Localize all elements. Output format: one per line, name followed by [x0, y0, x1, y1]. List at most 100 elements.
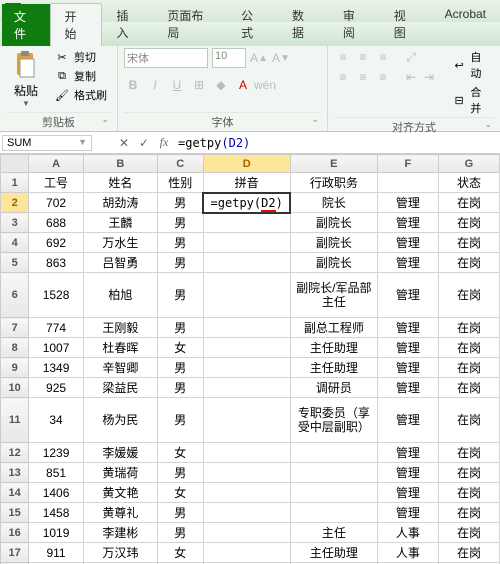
wrap-text-button[interactable]: ↩自动: [448, 48, 494, 82]
cell-E15[interactable]: [290, 503, 377, 523]
row-header-15[interactable]: 15: [1, 503, 29, 523]
cell-B2[interactable]: 胡劲涛: [83, 193, 157, 213]
align-bottom-button[interactable]: ≡: [374, 48, 392, 66]
cell-F10[interactable]: 管理: [377, 378, 438, 398]
phonetic-button[interactable]: wén: [256, 76, 274, 94]
row-header-9[interactable]: 9: [1, 358, 29, 378]
cell-E4[interactable]: 副院长: [290, 233, 377, 253]
cell-A1[interactable]: 工号: [29, 173, 83, 193]
align-middle-button[interactable]: ≡: [354, 48, 372, 66]
cell-B7[interactable]: 王刚毅: [83, 318, 157, 338]
cell-F7[interactable]: 管理: [377, 318, 438, 338]
cell-D12[interactable]: [203, 443, 290, 463]
increase-font-button[interactable]: A▲: [250, 49, 268, 67]
cell-D9[interactable]: [203, 358, 290, 378]
cell-B10[interactable]: 梁益民: [83, 378, 157, 398]
tab-审阅[interactable]: 审阅: [329, 3, 380, 46]
font-size-select[interactable]: 10: [212, 48, 246, 68]
cell-D7[interactable]: [203, 318, 290, 338]
bold-button[interactable]: B: [124, 76, 142, 94]
cell-C14[interactable]: 女: [157, 483, 203, 503]
cell-F5[interactable]: 管理: [377, 253, 438, 273]
cell-A12[interactable]: 1239: [29, 443, 83, 463]
column-header-E[interactable]: E: [290, 155, 377, 173]
cell-G5[interactable]: 在岗: [438, 253, 499, 273]
cell-C5[interactable]: 男: [157, 253, 203, 273]
cell-F11[interactable]: 管理: [377, 398, 438, 443]
cell-A4[interactable]: 692: [29, 233, 83, 253]
cell-F14[interactable]: 管理: [377, 483, 438, 503]
row-header-6[interactable]: 6: [1, 273, 29, 318]
row-header-10[interactable]: 10: [1, 378, 29, 398]
cell-G16[interactable]: 在岗: [438, 523, 499, 543]
cell-E2[interactable]: 院长: [290, 193, 377, 213]
cell-D15[interactable]: [203, 503, 290, 523]
cell-G15[interactable]: 在岗: [438, 503, 499, 523]
cell-G13[interactable]: 在岗: [438, 463, 499, 483]
insert-function-button[interactable]: fx: [154, 134, 174, 152]
cell-G9[interactable]: 在岗: [438, 358, 499, 378]
cell-E12[interactable]: [290, 443, 377, 463]
cell-B5[interactable]: 吕智勇: [83, 253, 157, 273]
spreadsheet-grid[interactable]: ABCDEFG1工号姓名性别拼音行政职务状态2702胡劲涛男=getpy(D2)…: [0, 154, 500, 564]
cell-D11[interactable]: [203, 398, 290, 443]
cell-D4[interactable]: [203, 233, 290, 253]
row-header-1[interactable]: 1: [1, 173, 29, 193]
align-top-button[interactable]: ≡: [334, 48, 352, 66]
column-header-B[interactable]: B: [83, 155, 157, 173]
cell-E10[interactable]: 调研员: [290, 378, 377, 398]
column-header-D[interactable]: D: [203, 155, 290, 173]
cell-A2[interactable]: 702: [29, 193, 83, 213]
row-header-17[interactable]: 17: [1, 543, 29, 563]
font-color-button[interactable]: A: [234, 76, 252, 94]
tab-视图[interactable]: 视图: [380, 3, 431, 46]
cell-D1[interactable]: 拼音: [203, 173, 290, 193]
align-center-button[interactable]: ≡: [354, 68, 372, 86]
cell-C6[interactable]: 男: [157, 273, 203, 318]
cell-B16[interactable]: 李建彬: [83, 523, 157, 543]
cell-G8[interactable]: 在岗: [438, 338, 499, 358]
cell-E11[interactable]: 专职委员（享受中层副职）: [290, 398, 377, 443]
tab-数据[interactable]: 数据: [278, 3, 329, 46]
cell-D10[interactable]: [203, 378, 290, 398]
cell-A15[interactable]: 1458: [29, 503, 83, 523]
cell-G3[interactable]: 在岗: [438, 213, 499, 233]
cell-D13[interactable]: [203, 463, 290, 483]
cell-F17[interactable]: 人事: [377, 543, 438, 563]
cell-C8[interactable]: 女: [157, 338, 203, 358]
cell-E6[interactable]: 副院长/军品部主任: [290, 273, 377, 318]
cell-G10[interactable]: 在岗: [438, 378, 499, 398]
cell-E3[interactable]: 副院长: [290, 213, 377, 233]
cell-E5[interactable]: 副院长: [290, 253, 377, 273]
cell-F1[interactable]: [377, 173, 438, 193]
row-header-4[interactable]: 4: [1, 233, 29, 253]
cell-F12[interactable]: 管理: [377, 443, 438, 463]
formula-input[interactable]: =getpy(D2): [174, 135, 498, 151]
cell-E9[interactable]: 主任助理: [290, 358, 377, 378]
row-header-11[interactable]: 11: [1, 398, 29, 443]
tab-页面布局[interactable]: 页面布局: [153, 3, 227, 46]
cell-G14[interactable]: 在岗: [438, 483, 499, 503]
column-header-G[interactable]: G: [438, 155, 499, 173]
cell-B9[interactable]: 辛智卿: [83, 358, 157, 378]
column-header-F[interactable]: F: [377, 155, 438, 173]
row-header-8[interactable]: 8: [1, 338, 29, 358]
cell-B17[interactable]: 万汉玮: [83, 543, 157, 563]
cell-C2[interactable]: 男: [157, 193, 203, 213]
cut-button[interactable]: ✂剪切: [50, 48, 111, 66]
row-header-2[interactable]: 2: [1, 193, 29, 213]
cell-A6[interactable]: 1528: [29, 273, 83, 318]
cell-E1[interactable]: 行政职务: [290, 173, 377, 193]
row-header-12[interactable]: 12: [1, 443, 29, 463]
cell-E17[interactable]: 主任助理: [290, 543, 377, 563]
column-header-A[interactable]: A: [29, 155, 83, 173]
cell-D5[interactable]: [203, 253, 290, 273]
cell-C12[interactable]: 女: [157, 443, 203, 463]
copy-button[interactable]: ⧉复制: [50, 67, 111, 85]
format-painter-button[interactable]: 🖌格式刷: [50, 86, 111, 104]
cell-D17[interactable]: [203, 543, 290, 563]
cell-A14[interactable]: 1406: [29, 483, 83, 503]
cell-A10[interactable]: 925: [29, 378, 83, 398]
cell-B12[interactable]: 李媛媛: [83, 443, 157, 463]
cell-E7[interactable]: 副总工程师: [290, 318, 377, 338]
